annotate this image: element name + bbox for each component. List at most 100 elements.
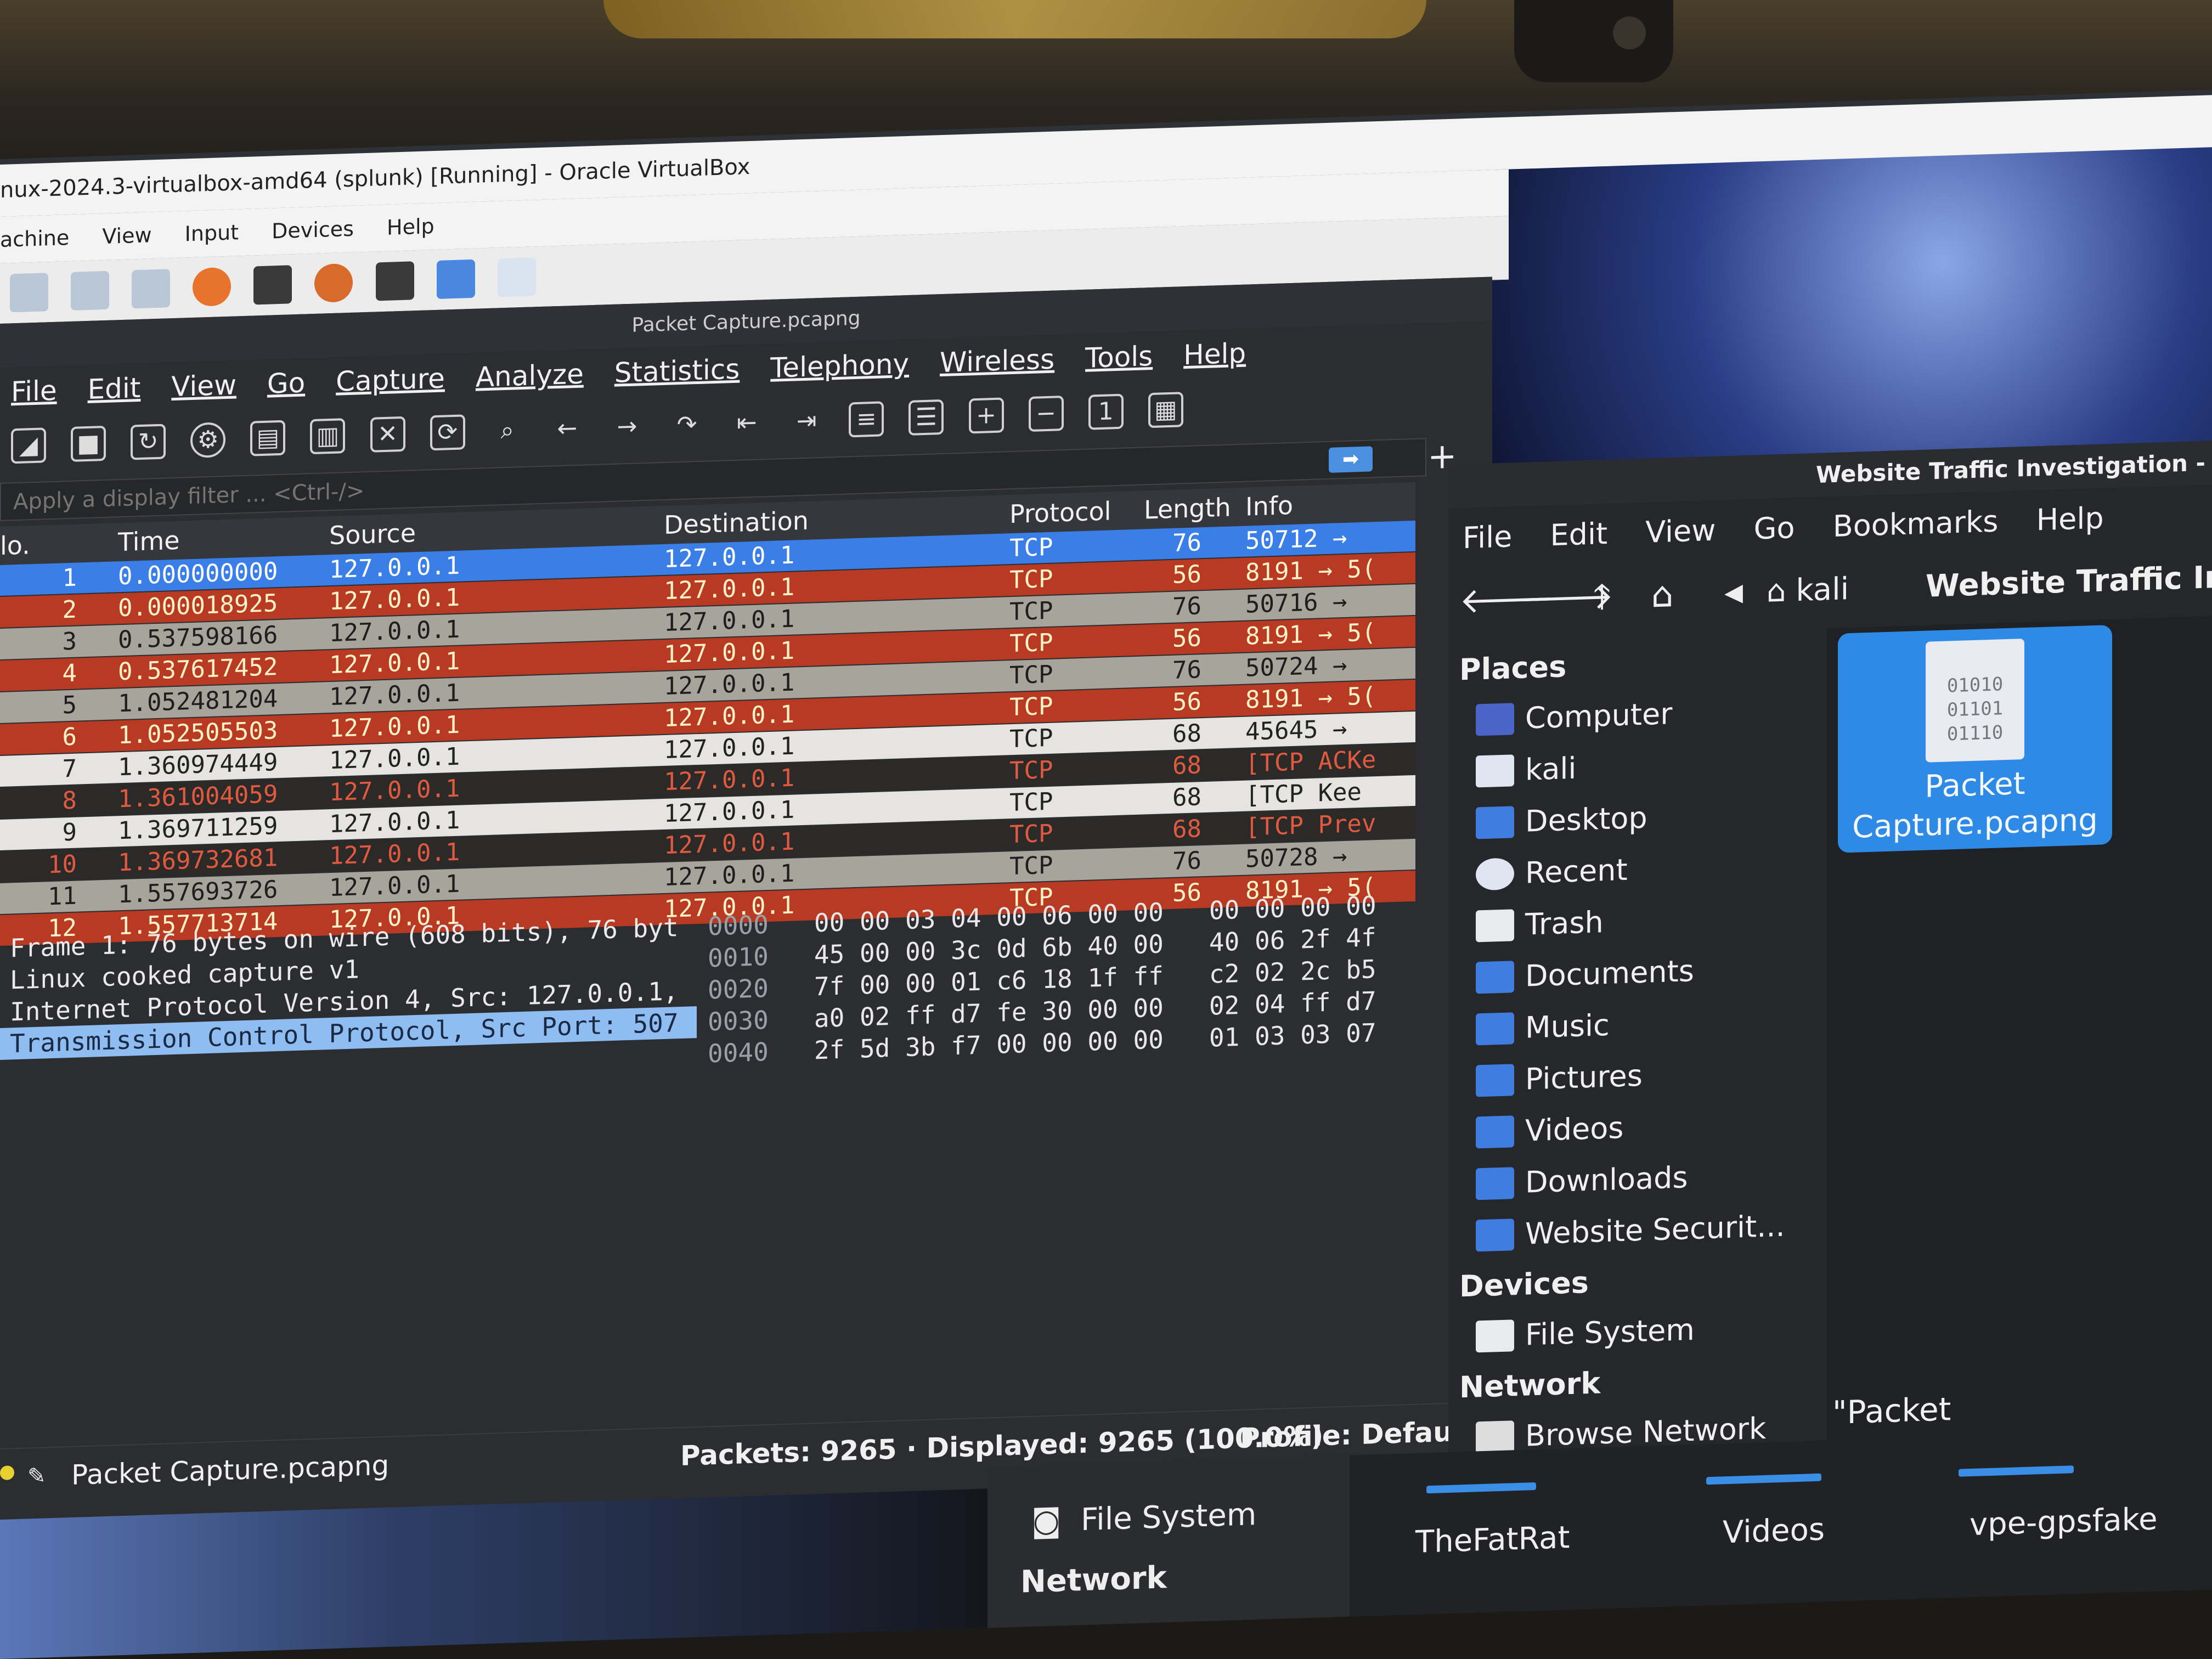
- menu-help[interactable]: Help: [2036, 493, 2104, 545]
- apply-filter-arrow-icon[interactable]: ➡: [1329, 446, 1373, 473]
- go-to-packet-icon[interactable]: ↷: [669, 409, 704, 445]
- file-name-label: Packet Capture.pcapng: [1852, 765, 2098, 845]
- file-item-packet-capture[interactable]: 01010 01101 01110 Packet Capture.pcapng: [1838, 625, 2112, 853]
- status-profile[interactable]: Profile: Default: [1240, 1415, 1475, 1454]
- menu-view[interactable]: View: [171, 360, 236, 411]
- zoom-out-icon[interactable]: −: [1028, 396, 1064, 432]
- packet-cell-protocol: TCP: [1009, 628, 1053, 658]
- packet-bytes-pane: 0000 00 00 03 04 00 06 00 00 00 00 00 00…: [708, 887, 1443, 1404]
- capture-options-icon[interactable]: ⚙: [190, 422, 226, 459]
- folder-icon[interactable]: [71, 270, 110, 311]
- task-vpe-gpsfake[interactable]: vpe-gpsfake: [1970, 1501, 2158, 1543]
- sidebar-item-website-security[interactable]: Website Securit...: [1459, 1199, 1810, 1262]
- burpsuite-icon[interactable]: [314, 263, 353, 303]
- menu-tools[interactable]: Tools: [1085, 331, 1153, 383]
- home-icon[interactable]: ⌂: [1640, 573, 1684, 618]
- app-menu-icon[interactable]: [10, 273, 48, 313]
- packet-cell-no: 10: [48, 850, 77, 879]
- autoscroll-icon[interactable]: ≡: [849, 401, 884, 438]
- packet-cell-time: 0.000000000: [118, 557, 278, 591]
- task-thefatrat[interactable]: TheFatRat: [1415, 1520, 1570, 1560]
- firefox-icon[interactable]: [193, 267, 232, 307]
- col-header-length[interactable]: Length: [1144, 488, 1231, 529]
- stop-capture-icon[interactable]: ■: [71, 425, 106, 462]
- menu-devices[interactable]: Devices: [272, 206, 354, 255]
- packet-cell-time: 1.360974449: [118, 748, 278, 782]
- menu-machine[interactable]: achine: [0, 215, 69, 263]
- menu-edit[interactable]: Edit: [1550, 509, 1608, 560]
- path-button-current[interactable]: Website Traffic Inve: [1926, 554, 2212, 609]
- path-scroll-left-icon[interactable]: ◀: [1712, 570, 1756, 616]
- col-header-time[interactable]: Time: [118, 521, 180, 562]
- menu-help[interactable]: Help: [387, 203, 435, 251]
- wireshark-icon[interactable]: [436, 259, 475, 299]
- zoom-in-icon[interactable]: +: [968, 397, 1004, 434]
- task-videos[interactable]: Videos: [1723, 1511, 1825, 1550]
- menu-telephony[interactable]: Telephony: [770, 339, 909, 393]
- packet-cell-time: 1.369732681: [118, 844, 278, 877]
- packet-cell-destination: 127.0.0.1: [664, 605, 795, 637]
- packet-cell-info: 45645 →: [1245, 714, 1347, 746]
- packet-cell-no: 2: [62, 595, 77, 624]
- menu-view[interactable]: View: [1645, 506, 1716, 557]
- restart-capture-icon[interactable]: ↻: [131, 424, 166, 460]
- menu-help[interactable]: Help: [1183, 329, 1246, 380]
- downloads-folder-icon: [1476, 1167, 1514, 1200]
- save-file-icon[interactable]: ▥: [310, 418, 346, 455]
- packet-cell-source: 127.0.0.1: [329, 551, 460, 584]
- packet-cell-protocol: TCP: [1009, 565, 1053, 595]
- normal-size-icon[interactable]: 1: [1088, 393, 1124, 430]
- packet-cell-source: 127.0.0.1: [329, 870, 460, 902]
- expert-info-icon[interactable]: [0, 1465, 14, 1480]
- col-header-destination[interactable]: Destination: [664, 501, 809, 544]
- menu-edit[interactable]: Edit: [88, 363, 141, 414]
- menu-capture[interactable]: Capture: [336, 354, 445, 407]
- packet-cell-protocol: TCP: [1009, 787, 1053, 817]
- menu-statistics[interactable]: Statistics: [614, 345, 740, 398]
- col-header-source[interactable]: Source: [329, 514, 416, 555]
- forward-arrow-icon[interactable]: 🡒: [1520, 576, 1614, 622]
- packet-cell-destination: 127.0.0.1: [664, 700, 795, 732]
- up-arrow-icon[interactable]: 🡑: [1580, 574, 1624, 620]
- colorize-icon[interactable]: ☰: [909, 399, 944, 436]
- menu-bookmarks[interactable]: Bookmarks: [1833, 497, 1999, 551]
- last-packet-icon[interactable]: ⇥: [789, 405, 824, 442]
- packet-cell-source: 127.0.0.1: [329, 615, 460, 648]
- close-file-icon[interactable]: ✕: [370, 416, 405, 453]
- packet-cell-info: 50724 →: [1245, 651, 1347, 682]
- resize-columns-icon[interactable]: ▦: [1148, 392, 1183, 428]
- menu-go[interactable]: Go: [1754, 503, 1795, 554]
- reload-file-icon[interactable]: ⟳: [430, 414, 465, 451]
- col-header-protocol[interactable]: Protocol: [1009, 492, 1111, 533]
- back-arrow-icon[interactable]: ←: [550, 413, 585, 449]
- packet-cell-info: 50712 →: [1245, 523, 1347, 555]
- menu-analyze[interactable]: Analyze: [476, 349, 584, 402]
- comment-icon[interactable]: ✎: [27, 1463, 46, 1489]
- menu-wireless[interactable]: Wireless: [940, 335, 1054, 388]
- start-capture-icon[interactable]: ◢: [11, 427, 46, 464]
- sidebar-item-file-system[interactable]: File System: [1459, 1300, 1810, 1363]
- search-icon[interactable]: ⌕: [490, 415, 525, 451]
- terminal-icon[interactable]: [375, 261, 414, 301]
- first-packet-icon[interactable]: ⇤: [729, 407, 764, 443]
- menu-input[interactable]: Input: [185, 209, 239, 257]
- packet-cell-protocol: TCP: [1009, 533, 1053, 563]
- file-manager-icon[interactable]: [497, 257, 536, 297]
- forward-arrow-icon[interactable]: →: [610, 411, 645, 447]
- menu-go[interactable]: Go: [267, 358, 305, 409]
- packet-cell-length: 56: [1172, 560, 1201, 589]
- menu-file[interactable]: File: [11, 366, 57, 417]
- menu-file[interactable]: File: [1463, 512, 1512, 563]
- taskbar-network[interactable]: Network: [1020, 1560, 1167, 1600]
- taskbar-file-system[interactable]: File System: [1081, 1497, 1256, 1538]
- open-file-icon[interactable]: ▤: [250, 420, 286, 456]
- packet-cell-time: 0.000018925: [118, 589, 278, 623]
- menu-view[interactable]: View: [102, 212, 151, 260]
- back-arrow-icon[interactable]: 🡐: [1459, 578, 1554, 624]
- col-header-info[interactable]: Info: [1245, 486, 1293, 526]
- packet-cell-destination: 127.0.0.1: [664, 859, 795, 891]
- terminal-icon[interactable]: [253, 265, 292, 305]
- text-editor-icon[interactable]: [132, 269, 171, 309]
- col-header-no[interactable]: lo.: [0, 526, 30, 565]
- path-button-home[interactable]: ⌂ kali: [1767, 567, 1849, 614]
